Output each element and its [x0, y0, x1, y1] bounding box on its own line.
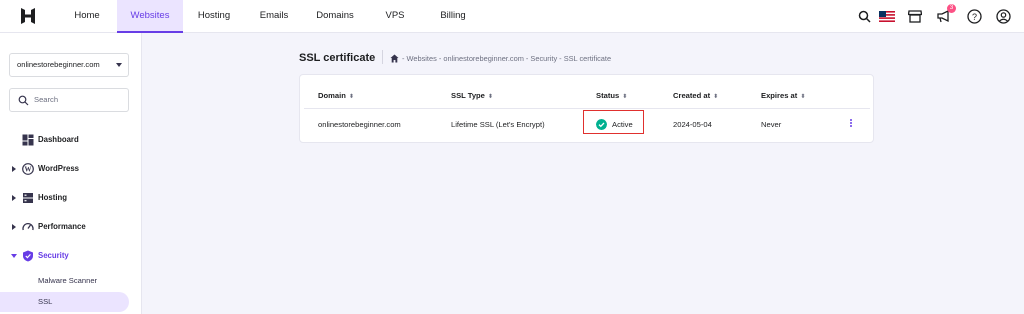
nav-tab-home[interactable]: Home: [57, 0, 117, 33]
chevron-down-icon: [116, 63, 122, 67]
shield-icon: [23, 250, 33, 262]
dashboard-icon: [22, 134, 34, 146]
sidebar-search-input[interactable]: Search: [9, 88, 129, 112]
svg-text:W: W: [25, 166, 32, 174]
sort-icon: ⬍: [348, 94, 354, 100]
help-icon[interactable]: ?: [965, 7, 983, 25]
sort-icon: ⬍: [487, 94, 493, 100]
sidebar-item-performance[interactable]: Performance: [0, 216, 142, 238]
account-icon[interactable]: [994, 7, 1012, 25]
sidebar-item-dashboard[interactable]: Dashboard: [0, 129, 142, 151]
header-divider: [304, 108, 870, 109]
domain-select[interactable]: onlinestorebeginner.com: [9, 53, 129, 77]
sidebar-item-wordpress[interactable]: W WordPress: [0, 158, 142, 180]
sidebar-item-label: Dashboard: [38, 135, 79, 144]
ssl-table-card: Domain ⬍ SSL Type ⬍ Status ⬍ Created at ⬍ Ex…: [299, 74, 874, 143]
search-placeholder: Search: [34, 95, 59, 104]
sidebar-item-label: Security: [38, 251, 69, 260]
cell-expires-at: Never: [761, 120, 782, 129]
sort-icon: ⬍: [622, 94, 628, 100]
title-divider: [382, 50, 383, 64]
svg-text:?: ?: [971, 12, 976, 22]
notifications-icon[interactable]: 3: [935, 4, 956, 25]
home-icon[interactable]: [390, 54, 399, 63]
hostinger-logo[interactable]: [18, 6, 38, 26]
chevron-right-icon: [12, 195, 16, 201]
sidebar: onlinestorebeginner.com Search Dashboard…: [0, 33, 142, 314]
nav-tab-websites[interactable]: Websites: [117, 0, 183, 33]
chevron-down-icon: [11, 254, 17, 258]
cell-created-at: 2024-05-04: [673, 120, 712, 129]
sidebar-item-label: Hosting: [38, 193, 68, 202]
sidebar-item-security[interactable]: Security: [0, 245, 142, 267]
nav-tab-domains[interactable]: Domains: [303, 0, 367, 33]
nav-tab-emails[interactable]: Emails: [245, 0, 303, 33]
store-icon[interactable]: [906, 7, 924, 25]
domain-select-value: onlinestorebeginner.com: [17, 60, 100, 69]
sidebar-subitem-label: Malware Scanner: [38, 276, 98, 285]
sidebar-item-label: Performance: [38, 222, 86, 231]
server-icon: [23, 193, 33, 203]
check-circle-icon: [596, 119, 607, 130]
page-title: SSL certificate: [299, 52, 376, 64]
sidebar-item-hosting[interactable]: Hosting: [0, 187, 142, 209]
cell-ssl-type: Lifetime SSL (Let's Encrypt): [451, 120, 545, 129]
cell-domain: onlinestorebeginner.com: [318, 120, 401, 129]
top-navigation-bar: Home Websites Hosting Emails Domains VPS…: [0, 0, 1024, 33]
breadcrumb: - Websites - onlinestorebeginner.com - S…: [390, 54, 611, 63]
sidebar-subitem-ssl[interactable]: SSL: [0, 292, 129, 312]
chevron-right-icon: [12, 166, 16, 172]
nav-tab-billing[interactable]: Billing: [423, 0, 483, 33]
notification-count-badge: 3: [947, 4, 956, 13]
column-header-created-at[interactable]: Created at ⬍: [673, 91, 718, 100]
search-icon[interactable]: [855, 7, 873, 25]
nav-tab-vps[interactable]: VPS: [367, 0, 423, 33]
column-header-status[interactable]: Status ⬍: [596, 91, 627, 100]
row-actions-menu-icon[interactable]: [848, 118, 854, 130]
nav-tab-hosting[interactable]: Hosting: [183, 0, 245, 33]
search-icon: [18, 95, 29, 106]
wordpress-icon: W: [22, 163, 34, 175]
column-header-expires-at[interactable]: Expires at ⬍: [761, 91, 805, 100]
sidebar-subitem-label: SSL: [38, 297, 53, 306]
sort-icon: ⬍: [800, 94, 806, 100]
speedometer-icon: [22, 222, 34, 231]
status-badge: Active: [612, 120, 633, 129]
chevron-right-icon: [12, 224, 16, 230]
sidebar-subitem-malware-scanner[interactable]: Malware Scanner: [0, 271, 129, 291]
sidebar-item-label: WordPress: [38, 164, 80, 173]
sort-icon: ⬍: [713, 94, 719, 100]
column-header-domain[interactable]: Domain ⬍: [318, 91, 354, 100]
column-header-ssl-type[interactable]: SSL Type ⬍: [451, 91, 493, 100]
us-flag-icon[interactable]: [877, 7, 897, 25]
breadcrumb-trail[interactable]: - Websites - onlinestorebeginner.com - S…: [402, 54, 611, 63]
